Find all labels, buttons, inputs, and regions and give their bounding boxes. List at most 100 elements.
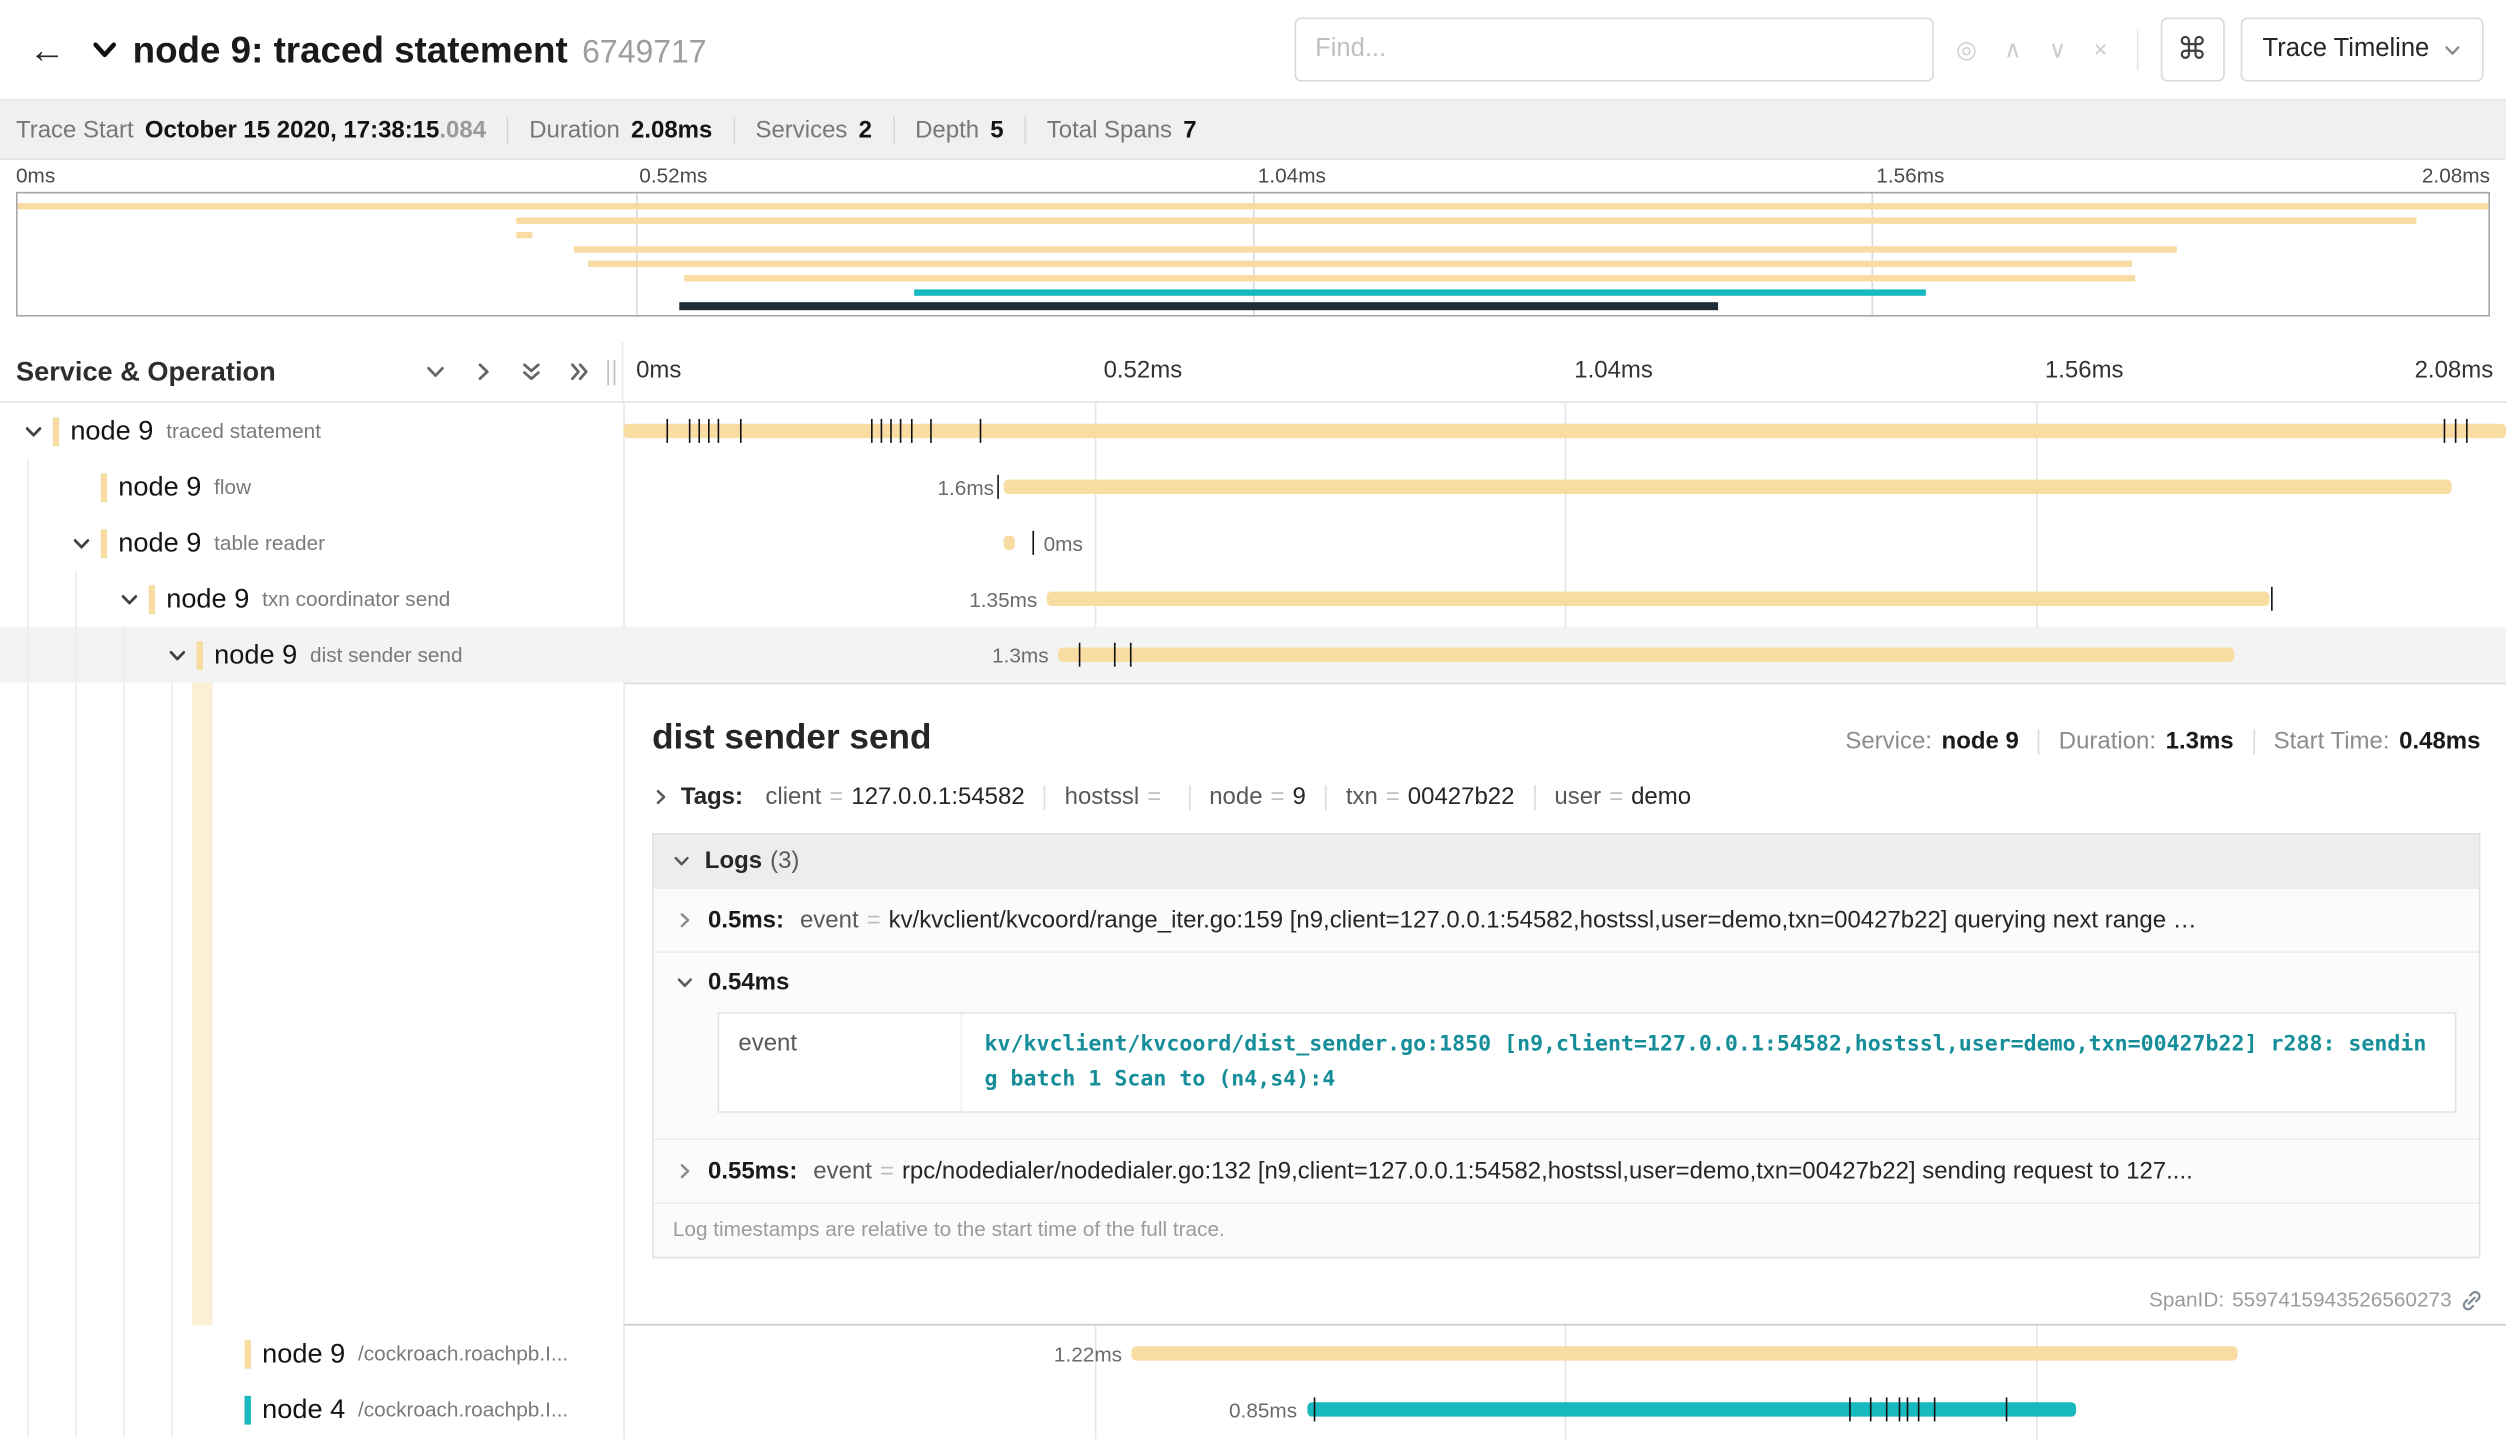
- span-bar-track[interactable]: 0ms: [623, 515, 2506, 571]
- span-row: node 4 /cockroach.roachpb.I... 0.85ms: [0, 1381, 2506, 1437]
- service-color-bar: [197, 640, 203, 669]
- span-id: SpanID: 5597415943526560273: [2149, 1287, 2484, 1313]
- indent-guide: [75, 571, 77, 627]
- span-detail-header[interactable]: dist sender send Service: node 9 Duratio…: [652, 716, 2480, 758]
- focus-matches-icon[interactable]: ◎: [1956, 38, 1977, 62]
- span-bar-track[interactable]: 1.35ms: [623, 571, 2506, 627]
- indent-guide: [171, 1381, 173, 1437]
- minimap-scrubber-bar[interactable]: [680, 302, 1718, 310]
- start-time-label: Start Time:: [2274, 727, 2390, 754]
- span-name-cell[interactable]: node 4 /cockroach.roachpb.I...: [0, 1381, 623, 1437]
- axis-tick: 2.08ms: [2422, 163, 2490, 187]
- expand-one-icon[interactable]: [473, 361, 494, 382]
- service-operation-title: Service & Operation: [16, 356, 425, 388]
- gridline: [1871, 193, 1873, 315]
- clear-search-icon[interactable]: ×: [2094, 38, 2108, 62]
- chevron-right-icon: [652, 788, 670, 806]
- tag-item: node=9: [1209, 783, 1306, 810]
- divider: [2038, 728, 2040, 754]
- logs-header[interactable]: Logs (3): [654, 835, 2479, 888]
- span-row: node 9 /cockroach.roachpb.I... 1.22ms: [0, 1325, 2506, 1381]
- operation-name: table reader: [214, 531, 325, 555]
- divider: [1325, 784, 1327, 810]
- operation-name: /cockroach.roachpb.I...: [358, 1341, 568, 1365]
- span-name-cell[interactable]: node 9 /cockroach.roachpb.I...: [0, 1325, 623, 1381]
- span-event-ticks: [623, 1325, 2506, 1381]
- divider: [1534, 784, 1536, 810]
- axis-tick: 2.08ms: [2415, 357, 2494, 384]
- indent-guide: [75, 683, 77, 1326]
- trace-summary-bar: Trace Start October 15 2020, 17:38:15.08…: [0, 99, 2506, 160]
- keyboard-shortcuts-button[interactable]: ⌘: [2160, 18, 2224, 82]
- span-bar-track[interactable]: [623, 403, 2506, 459]
- gridline: [635, 193, 637, 315]
- span-name-cell[interactable]: node 9 table reader: [0, 515, 623, 571]
- tag-item: hostssl=: [1065, 783, 1170, 810]
- indent-guide: [75, 627, 77, 683]
- service-color-bar: [149, 584, 155, 613]
- service-name: node 9: [214, 639, 297, 671]
- chevron-down-icon[interactable]: [72, 533, 101, 552]
- logs-accordion: Logs (3) 0.5ms: event = kv/kvclient/kvco…: [652, 833, 2480, 1259]
- span-name-cell[interactable]: node 9 txn coordinator send: [0, 571, 623, 627]
- trace-view-selector[interactable]: Trace Timeline: [2240, 18, 2483, 82]
- span-name-cell[interactable]: node 9 dist sender send: [0, 627, 623, 683]
- collapse-one-icon[interactable]: [425, 361, 446, 382]
- span-event-ticks: [623, 571, 2506, 627]
- indent-guide: [27, 627, 29, 683]
- span-bar-track[interactable]: 1.6ms: [623, 459, 2506, 515]
- logs-footer-note: Log timestamps are relative to the start…: [654, 1203, 2479, 1257]
- span-id-value: 5597415943526560273: [2232, 1288, 2452, 1312]
- divider: [1024, 116, 1026, 143]
- logs-count: (3): [770, 847, 799, 874]
- log-timestamp: 0.5ms:: [708, 907, 784, 934]
- row-stack: node 9 traced statement node 9 flow: [0, 403, 2506, 1437]
- prev-match-icon[interactable]: ∧: [2004, 38, 2022, 62]
- span-bar-track[interactable]: 1.22ms: [623, 1325, 2506, 1381]
- log-entry-header[interactable]: 0.54ms: [676, 969, 2460, 996]
- find-input[interactable]: [1294, 18, 1933, 82]
- total-spans-label: Total Spans: [1047, 116, 1172, 143]
- duration-label: Duration: [529, 116, 620, 143]
- total-spans-value: 7: [1183, 116, 1196, 143]
- divider: [893, 116, 895, 143]
- title-collapse-chevron-icon[interactable]: [91, 36, 118, 63]
- collapse-all-icon[interactable]: [521, 361, 542, 382]
- log-entry[interactable]: 0.5ms: event = kv/kvclient/kvcoord/range…: [654, 887, 2479, 951]
- indent-guide: [27, 1325, 29, 1381]
- axis-tick: 1.56ms: [1876, 163, 1944, 187]
- span-name-cell[interactable]: node 9 traced statement: [0, 403, 623, 459]
- chevron-down-icon[interactable]: [120, 589, 149, 608]
- span-detail-stats: Service: node 9 Duration: 1.3ms Start Ti…: [1845, 727, 2480, 754]
- service-name: node 9: [118, 527, 201, 559]
- minimap-canvas[interactable]: [16, 192, 2490, 317]
- timeline-axis: 0ms 0.52ms 1.04ms 1.56ms 2.08ms: [623, 342, 2506, 401]
- chevron-down-icon[interactable]: [24, 421, 53, 440]
- span-tags-row[interactable]: Tags: client=127.0.0.1:54582 hostssl= no…: [652, 783, 2480, 810]
- divider: [507, 116, 509, 143]
- log-field-key: event: [719, 1014, 962, 1112]
- tags-label: Tags:: [681, 783, 743, 810]
- back-button[interactable]: ←: [29, 31, 66, 68]
- chevron-down-icon[interactable]: [168, 645, 197, 664]
- minimap-span-bar: [914, 289, 1925, 295]
- span-row: node 9 txn coordinator send 1.35ms: [0, 571, 2506, 627]
- span-name-cell[interactable]: node 9 flow: [0, 459, 623, 515]
- tag-item: client=127.0.0.1:54582: [765, 783, 1024, 810]
- minimap-span-bar: [685, 275, 2135, 281]
- copy-link-icon[interactable]: [2460, 1287, 2484, 1313]
- log-entry[interactable]: 0.55ms: event = rpc/nodedialer/nodediale…: [654, 1139, 2479, 1203]
- column-resizer[interactable]: [607, 360, 615, 386]
- next-match-icon[interactable]: ∨: [2049, 38, 2067, 62]
- expand-all-icon[interactable]: [569, 361, 590, 382]
- log-field-value: kv/kvclient/kvcoord/dist_sender.go:1850 …: [962, 1014, 2455, 1112]
- divider: [1188, 784, 1190, 810]
- indent-guide: [171, 683, 173, 1326]
- service-operation-header: Service & Operation: [0, 342, 623, 401]
- span-bar-track[interactable]: 1.3ms: [623, 627, 2506, 683]
- divider: [733, 116, 735, 143]
- span-bar-track[interactable]: 0.85ms: [623, 1381, 2506, 1437]
- trace-page-header: ← node 9: traced statement 6749717 ◎ ∧ ∨…: [0, 0, 2506, 99]
- span-row: node 9 flow 1.6ms: [0, 459, 2506, 515]
- operation-name: txn coordinator send: [262, 587, 450, 611]
